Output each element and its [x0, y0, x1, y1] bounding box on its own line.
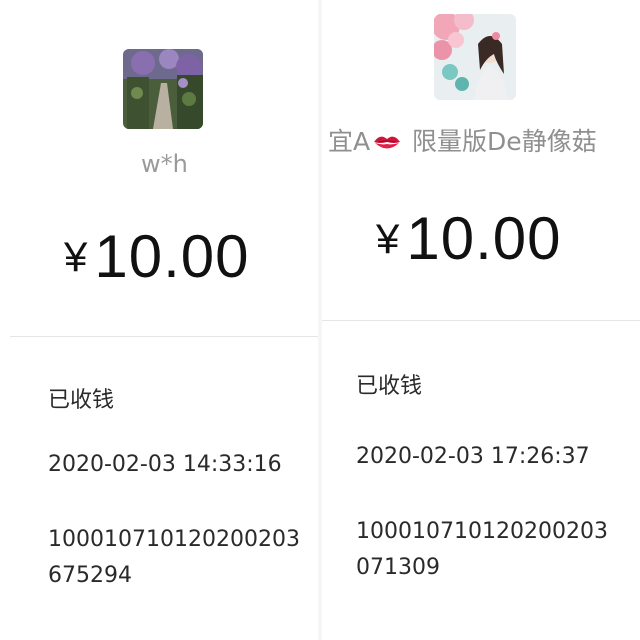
transaction-id-line1: 100010710120200203: [356, 519, 608, 544]
amount-display: ¥10.00: [376, 204, 562, 273]
payment-receipt-left: w*h ¥10.00 已收钱 2020-02-03 14:33:16 10001…: [0, 0, 318, 640]
status-text: 已收钱: [48, 388, 115, 413]
kiss-mark-icon: [374, 136, 401, 149]
currency-symbol: ¥: [376, 215, 401, 262]
payer-avatar[interactable]: [434, 14, 516, 100]
transaction-id-line2: 675294: [48, 563, 132, 588]
garden-path-photo-icon: [123, 49, 203, 129]
transaction-id-line2: 071309: [356, 555, 440, 580]
transaction-id-line1: 100010710120200203: [48, 527, 300, 552]
payment-time: 2020-02-03 14:33:16: [48, 452, 282, 477]
amount-value: 10.00: [94, 223, 250, 290]
payer-avatar[interactable]: [123, 49, 203, 129]
amount-display: ¥10.00: [64, 222, 250, 291]
transaction-id: 100010710120200203 675294: [48, 522, 300, 594]
payer-name-prefix: 宜A: [328, 127, 371, 156]
currency-symbol: ¥: [64, 233, 89, 280]
payer-name-suffix: 限量版De静像菇: [404, 127, 597, 156]
status-text: 已收钱: [356, 374, 423, 399]
amount-value: 10.00: [406, 205, 562, 272]
divider: [10, 336, 318, 337]
woman-with-flowers-photo-icon: [434, 14, 516, 100]
payment-time: 2020-02-03 17:26:37: [356, 444, 590, 469]
payer-name: 宜A 限量版De静像菇: [328, 122, 597, 158]
payer-name: w*h: [141, 150, 188, 178]
divider: [322, 320, 640, 321]
payment-receipt-right: 宜A 限量版De静像菇 ¥10.00 已收钱 2020-02-03 17:26:…: [322, 0, 640, 640]
transaction-id: 100010710120200203 071309: [356, 514, 608, 586]
